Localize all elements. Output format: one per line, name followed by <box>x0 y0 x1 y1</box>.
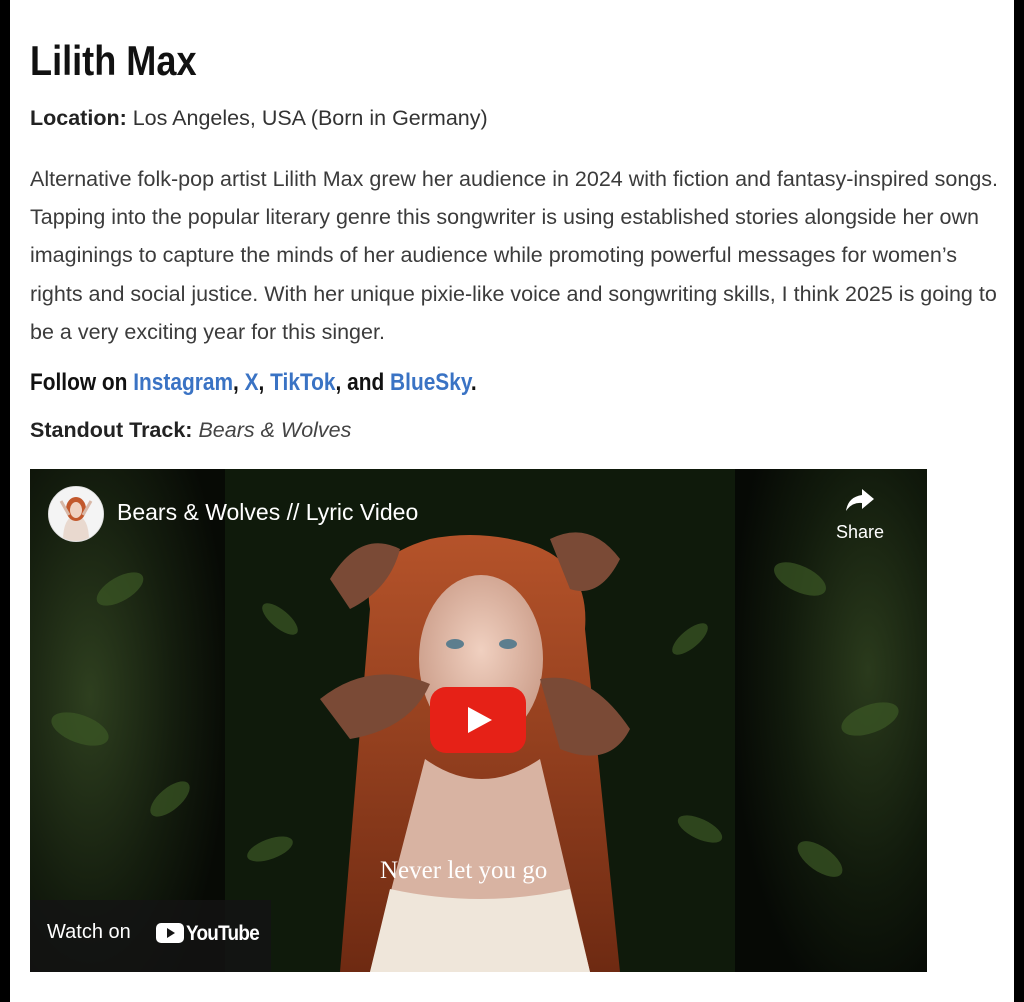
location-value: Los Angeles, USA (Born in Germany) <box>126 106 488 130</box>
avatar-image <box>49 487 103 541</box>
standout-label: Standout Track: <box>30 418 193 442</box>
watch-on-youtube-button[interactable]: Watch on YouTube <box>30 900 271 972</box>
follow-separator: , and <box>335 369 391 396</box>
tiktok-link[interactable]: TikTok <box>270 369 335 396</box>
follow-separator: , <box>258 369 271 396</box>
youtube-embed[interactable]: Bears & Wolves // Lyric Video Share Neve… <box>30 469 927 972</box>
youtube-logo: YouTube <box>156 920 266 948</box>
standout-track-line: Standout Track: Bears & Wolves <box>30 414 351 446</box>
youtube-play-icon <box>156 923 184 943</box>
follow-prefix: Follow on <box>30 369 134 396</box>
share-button[interactable]: Share <box>825 487 895 553</box>
location-label: Location: <box>30 106 127 130</box>
follow-links-line: Follow on Instagram, X, TikTok, and Blue… <box>30 366 477 400</box>
follow-separator: , <box>233 369 245 396</box>
standout-track-title: Bears & Wolves <box>198 418 352 442</box>
bluesky-link[interactable]: BlueSky <box>390 369 471 396</box>
play-button[interactable] <box>430 687 526 753</box>
share-arrow-icon <box>846 489 874 511</box>
play-icon <box>430 687 526 753</box>
artist-bio: Alternative folk-pop artist Lilith Max g… <box>30 167 999 344</box>
video-title[interactable]: Bears & Wolves // Lyric Video <box>117 497 418 527</box>
article-page: Lilith Max Location: Los Angeles, USA (B… <box>10 0 1014 1002</box>
channel-avatar[interactable] <box>48 486 104 542</box>
x-link[interactable]: X <box>245 369 259 396</box>
youtube-wordmark: YouTube <box>186 922 260 945</box>
follow-suffix: . <box>470 369 477 396</box>
lyric-caption: Never let you go <box>380 857 548 884</box>
location-line: Location: Los Angeles, USA (Born in Germ… <box>30 102 488 134</box>
instagram-link[interactable]: Instagram <box>133 369 233 396</box>
watch-on-label: Watch on <box>47 921 131 943</box>
artist-name-heading: Lilith Max <box>30 37 197 84</box>
share-label: Share <box>835 522 885 542</box>
